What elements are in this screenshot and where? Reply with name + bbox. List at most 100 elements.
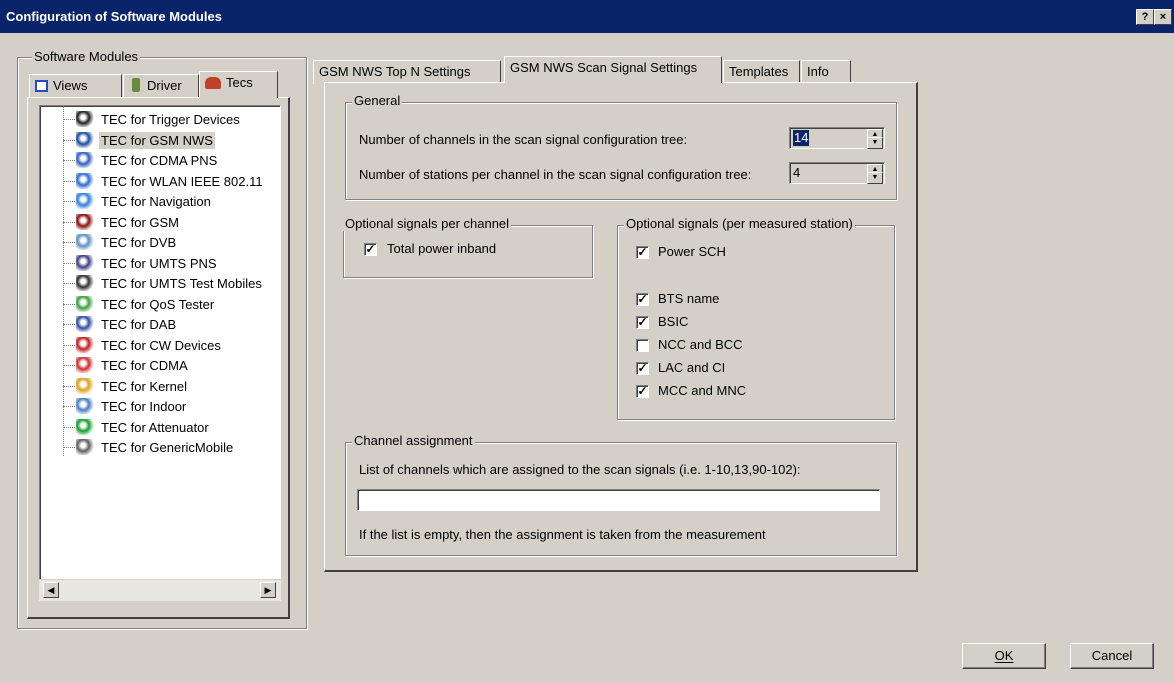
total-power-label: Total power inband [387, 241, 497, 256]
tree-item[interactable]: TEC for CDMA [63, 356, 280, 376]
tab-driver[interactable]: Driver [123, 74, 199, 98]
tree-item-label: TEC for GSM NWS [99, 131, 215, 149]
channel-list-label: List of channels which are assigned to t… [359, 462, 801, 477]
tree-item-label: TEC for Navigation [101, 194, 211, 209]
stations-down-button[interactable]: ▼ [867, 172, 883, 184]
tree-horizontal-scrollbar[interactable]: ◀ ▶ [39, 579, 281, 601]
tree-connector [63, 324, 75, 325]
tree-connector [63, 262, 75, 264]
general-label: General [352, 93, 403, 108]
tree-item[interactable]: TEC for DVB [63, 233, 280, 253]
station-checkbox-label: LAC and CI [658, 360, 726, 375]
channels-spinner[interactable]: 14 ▲ ▼ [789, 127, 885, 149]
tab-gsm-nws-top-n-settings[interactable]: GSM NWS Top N Settings [313, 60, 501, 84]
tree-item[interactable]: TEC for Attenuator [63, 418, 280, 438]
total-power-checkbox[interactable]: ✓ [364, 243, 377, 256]
close-button[interactable]: × [1154, 9, 1172, 25]
channel-list-input[interactable] [357, 489, 880, 511]
tree-connector [63, 385, 75, 387]
tree-item[interactable]: TEC for UMTS Test Mobiles [63, 274, 280, 294]
station-checkbox[interactable]: ✓ [636, 385, 649, 398]
tree-item[interactable]: TEC for DAB [63, 315, 280, 335]
tree-item[interactable]: TEC for CDMA PNS [63, 151, 280, 171]
tree-item[interactable]: TEC for CW Devices [63, 336, 280, 356]
tree-item-label: TEC for CW Devices [101, 337, 221, 353]
tree-item-label: TEC for WLAN IEEE 802.11 [101, 173, 263, 189]
navigation-icon [76, 193, 94, 209]
stations-label: Number of stations per channel in the sc… [359, 167, 752, 182]
scroll-left-button[interactable]: ◀ [43, 582, 59, 598]
generic-mobile-icon [76, 439, 94, 455]
dvb-icon [76, 234, 94, 250]
tree-connector [63, 303, 75, 305]
tree-connector [63, 119, 75, 120]
station-checkbox[interactable]: ✓ [636, 293, 649, 306]
driver-icon [132, 78, 140, 92]
gsm-icon [76, 213, 94, 230]
station-checkbox-label: BSIC [658, 314, 689, 329]
umts-pns-icon [76, 254, 94, 271]
station-checkbox[interactable] [636, 339, 649, 352]
tree-item[interactable]: TEC for WLAN IEEE 802.11 [63, 172, 280, 192]
trigger-devices-icon [76, 111, 94, 127]
channels-value[interactable]: 14 [793, 130, 810, 146]
tree-item-label: TEC for QoS Tester [101, 296, 215, 312]
optional-station-items: ✓ Power SCH ✓ BTS name ✓ BSIC NCC and BCC ✓ LAC … [636, 244, 876, 404]
cancel-button[interactable]: Cancel [1070, 643, 1154, 669]
wlan-icon [76, 172, 94, 189]
station-checkbox[interactable]: ✓ [636, 246, 649, 259]
tecs-tree[interactable]: TEC for Trigger Devices TEC for GSM NWS TE… [39, 105, 281, 600]
stations-spinner[interactable]: 4 ▲ ▼ [789, 162, 885, 184]
scroll-right-button[interactable]: ▶ [260, 582, 276, 598]
attenuator-icon [76, 418, 94, 435]
station-checkbox[interactable]: ✓ [636, 316, 649, 329]
general-group [345, 102, 897, 200]
title-bar: Configuration of Software Modules ? × [0, 0, 1174, 33]
station-checkbox-label: NCC and BCC [658, 337, 743, 352]
tree-connector [63, 426, 75, 428]
tab-views[interactable]: Views [29, 74, 122, 98]
tree-item[interactable]: TEC for UMTS PNS [63, 254, 280, 274]
stations-value[interactable]: 4 [793, 165, 800, 181]
tab-templates[interactable]: Templates [723, 60, 800, 84]
views-icon [35, 80, 48, 92]
tree-connector [63, 180, 75, 182]
tree-item[interactable]: TEC for Navigation [63, 192, 280, 212]
window-title: Configuration of Software Modules [6, 9, 222, 24]
help-button[interactable]: ? [1136, 9, 1154, 25]
indoor-icon [76, 398, 94, 414]
tree-connector [63, 365, 75, 366]
station-checkbox[interactable]: ✓ [636, 362, 649, 375]
tree-item[interactable]: TEC for GenericMobile [63, 438, 280, 458]
tree-item-label: TEC for UMTS Test Mobiles [101, 276, 262, 291]
ok-button[interactable]: OK [962, 643, 1046, 669]
qos-tester-icon [76, 295, 94, 312]
channel-assignment-label: Channel assignment [352, 433, 475, 448]
tecs-icon [205, 77, 221, 89]
tree-item-label: TEC for Kernel [101, 378, 187, 394]
tree-connector [63, 283, 75, 284]
channels-down-button[interactable]: ▼ [867, 137, 883, 149]
station-checkbox-label: MCC and MNC [658, 383, 747, 398]
tree-item[interactable]: TEC for GSM NWS [63, 131, 280, 151]
optional-station-label: Optional signals (per measured station) [624, 216, 855, 231]
tab-tecs[interactable]: Tecs [199, 71, 278, 98]
tree-item[interactable]: TEC for Indoor [63, 397, 280, 417]
cdma-pns-icon [76, 152, 94, 168]
channels-label: Number of channels in the scan signal co… [359, 132, 688, 147]
tree-item-label: TEC for Attenuator [101, 419, 209, 435]
tree-item-label: TEC for DAB [101, 317, 177, 332]
station-checkbox-label: BTS name [658, 291, 720, 306]
tree-item-label: TEC for DVB [101, 235, 177, 250]
kernel-icon [76, 377, 94, 394]
tree-item[interactable]: TEC for Trigger Devices [63, 110, 280, 130]
tree-connector [63, 447, 75, 448]
tree-item-label: TEC for Indoor [101, 399, 187, 414]
tree-item[interactable]: TEC for Kernel [63, 377, 280, 397]
tree-item[interactable]: TEC for QoS Tester [63, 295, 280, 315]
tree-item[interactable]: TEC for GSM [63, 213, 280, 233]
tab-info[interactable]: Info [801, 60, 851, 84]
tab-gsm-nws-scan-signal-settings[interactable]: GSM NWS Scan Signal Settings [504, 56, 722, 83]
tree-item-label: TEC for CDMA [101, 358, 188, 373]
tree-item-label: TEC for Trigger Devices [101, 112, 240, 127]
